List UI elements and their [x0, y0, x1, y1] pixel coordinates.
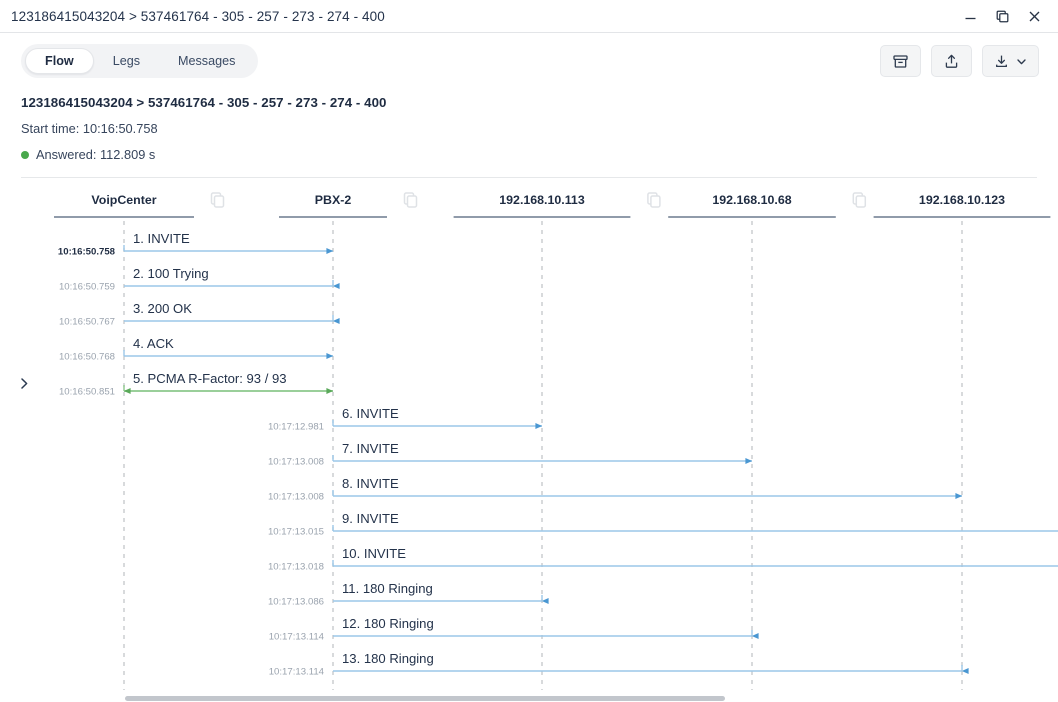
tab-flow[interactable]: Flow — [25, 48, 94, 74]
copy-icon[interactable] — [647, 192, 661, 208]
message-row[interactable]: 7. INVITE 10:17:13.008 — [268, 441, 753, 468]
horizontal-scrollbar[interactable] — [0, 695, 1058, 702]
share-button[interactable] — [931, 45, 972, 77]
tab-messages[interactable]: Messages — [159, 48, 254, 74]
message-row[interactable]: 13. 180 Ringing 10:17:13.114 — [269, 651, 969, 678]
flow-diagram: VoipCenter PBX-2 192.168.10.113 192.168.10.… — [0, 178, 1058, 702]
message-row[interactable]: 12. 180 Ringing 10:17:13.114 — [269, 616, 759, 643]
call-status-label: Answered: 112.809 s — [36, 147, 156, 162]
lane-label: 192.168.10.123 — [919, 193, 1005, 207]
lane-label: VoipCenter — [91, 193, 156, 207]
message-timestamp: 10:16:50.851 — [59, 387, 115, 398]
window-controls — [955, 3, 1058, 29]
copy-icon[interactable] — [210, 192, 225, 208]
message-label: 10. INVITE — [342, 546, 406, 561]
message-timestamp: 10:17:13.086 — [268, 597, 324, 608]
share-upload-icon — [943, 53, 960, 70]
message-timestamp: 10:16:50.759 — [59, 282, 115, 293]
lane-label: 192.168.10.113 — [499, 193, 585, 207]
view-tabs: Flow Legs Messages — [21, 44, 259, 78]
lane-label: PBX-2 — [315, 193, 352, 207]
window-titlebar: 123186415043204 > 537461764 - 305 - 257 … — [0, 0, 1058, 33]
call-title: 123186415043204 > 537461764 - 305 - 257 … — [21, 95, 387, 110]
message-row[interactable]: 3. 200 OK 10:16:50.767 — [59, 301, 340, 328]
archive-button[interactable] — [880, 45, 921, 77]
minimize-button[interactable] — [955, 3, 985, 29]
restore-button[interactable] — [987, 3, 1017, 29]
message-label: 12. 180 Ringing — [342, 616, 434, 631]
message-label: 6. INVITE — [342, 406, 399, 421]
message-label: 5. PCMA R-Factor: 93 / 93 — [133, 371, 287, 386]
toolbar: Flow Legs Messages — [0, 33, 1058, 89]
copy-icon[interactable] — [403, 192, 418, 208]
download-icon — [993, 53, 1010, 70]
sequence-diagram-canvas[interactable]: VoipCenter PBX-2 192.168.10.113 192.168.10.… — [0, 178, 1058, 690]
message-timestamp: 10:16:50.768 — [59, 352, 115, 363]
message-row[interactable]: 6. INVITE 10:17:12.981 — [268, 406, 543, 433]
call-start-time: Start time: 10:16:50.758 — [21, 121, 158, 136]
message-timestamp: 10:16:50.767 — [59, 317, 115, 328]
message-label: 3. 200 OK — [133, 301, 192, 316]
message-row[interactable]: 9. INVITE 10:17:13.015 — [268, 511, 1058, 538]
toolbar-actions — [880, 45, 1039, 77]
message-row[interactable]: 8. INVITE 10:17:13.008 — [268, 476, 963, 503]
message-row[interactable]: 5. PCMA R-Factor: 93 / 93 10:16:50.851 — [59, 371, 334, 398]
download-button[interactable] — [982, 45, 1039, 77]
tab-messages-label: Messages — [178, 54, 236, 68]
message-timestamp: 10:17:13.008 — [268, 457, 324, 468]
message-timestamp: 10:17:12.981 — [268, 422, 324, 433]
lane-2: 192.168.10.113 — [453, 192, 661, 690]
message-timestamp: 10:17:13.008 — [268, 492, 324, 503]
message-label: 2. 100 Trying — [133, 266, 209, 281]
lane-4: 192.168.10.123 — [873, 193, 1051, 690]
message-timestamp: 10:17:13.018 — [268, 562, 324, 573]
status-dot-icon — [21, 150, 29, 159]
message-label: 11. 180 Ringing — [342, 581, 433, 596]
message-label: 13. 180 Ringing — [342, 651, 434, 666]
lane-label: 192.168.10.68 — [712, 193, 791, 207]
horizontal-scrollbar-thumb[interactable] — [125, 696, 725, 701]
message-row[interactable]: 1. INVITE 10:16:50.758 — [58, 231, 334, 258]
message-label: 4. ACK — [133, 336, 174, 351]
call-summary: 123186415043204 > 537461764 - 305 - 257 … — [0, 89, 1058, 178]
close-button[interactable] — [1019, 3, 1049, 29]
message-timestamp: 10:17:13.114 — [269, 667, 325, 678]
call-status: Answered: 112.809 s — [21, 147, 1037, 162]
window-title: 123186415043204 > 537461764 - 305 - 257 … — [11, 8, 385, 24]
lane-3: 192.168.10.68 — [668, 192, 867, 690]
message-row[interactable]: 10. INVITE 10:17:13.018 — [268, 546, 1058, 573]
call-flow-window: 123186415043204 > 537461764 - 305 - 257 … — [0, 0, 1058, 702]
message-timestamp: 10:17:13.114 — [269, 632, 325, 643]
archive-icon — [892, 53, 909, 70]
message-label: 7. INVITE — [342, 441, 399, 456]
copy-icon[interactable] — [852, 192, 867, 208]
tab-legs-label: Legs — [112, 54, 140, 68]
message-label: 1. INVITE — [133, 231, 190, 246]
message-timestamp: 10:17:13.015 — [268, 527, 324, 538]
message-row[interactable]: 4. ACK 10:16:50.768 — [59, 336, 334, 363]
tab-flow-label: Flow — [45, 54, 74, 68]
message-label: 8. INVITE — [342, 476, 399, 491]
message-row[interactable]: 2. 100 Trying 10:16:50.759 — [59, 266, 340, 293]
message-row[interactable]: 11. 180 Ringing 10:17:13.086 — [268, 581, 549, 608]
tab-legs[interactable]: Legs — [94, 48, 159, 74]
message-label: 9. INVITE — [342, 511, 399, 526]
message-timestamp: 10:16:50.758 — [58, 247, 116, 258]
chevron-down-icon — [1015, 55, 1028, 68]
